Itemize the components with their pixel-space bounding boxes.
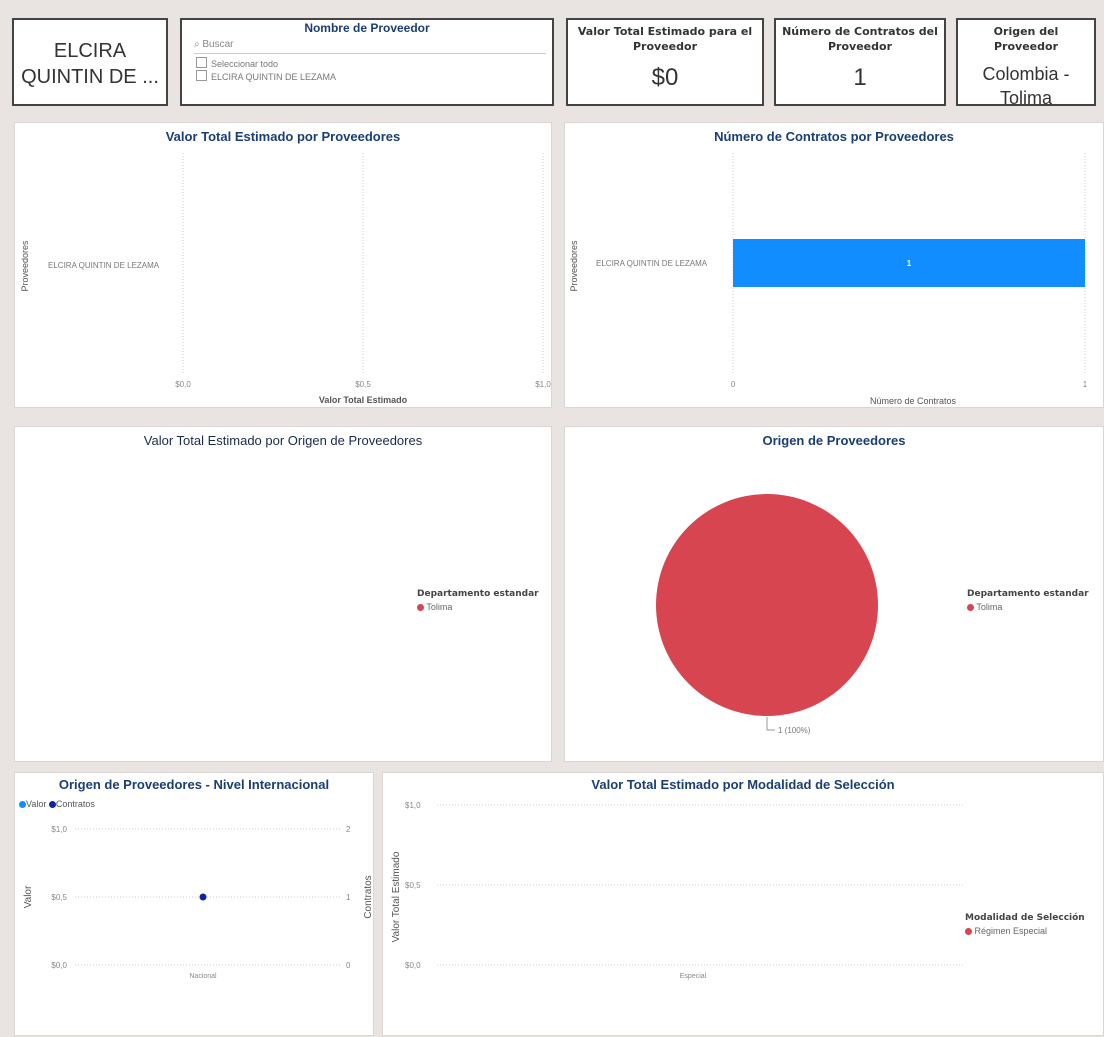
x-axis-title: Número de Contratos (870, 396, 957, 406)
y-tick-label: $0,0 (405, 961, 421, 970)
y-axis-title: Proveedores (20, 240, 30, 292)
legend: Modalidad de Selección Régimen Especial (965, 913, 1085, 936)
y-tick-label: $1,0 (51, 825, 67, 834)
kpi-value: Colombia - Tolima (982, 64, 1070, 108)
pie-slice (656, 494, 878, 716)
provider-name-value: ELCIRA QUINTIN DE ... (21, 40, 159, 88)
legend-title: Departamento estandar (417, 589, 539, 599)
y2-tick-label: 0 (346, 961, 351, 970)
kpi-origen: Origen del Proveedor Colombia - Tolima (956, 18, 1096, 108)
legend: Departamento estandar Tolima (417, 589, 539, 612)
chart-modalidad-seleccion[interactable]: Valor Total Estimado por Modalidad de Se… (382, 772, 1104, 1036)
category-label: ELCIRA QUINTIN DE LEZAMA (48, 261, 160, 270)
kpi-value: 1 (853, 64, 867, 91)
y2-axis-title: Contratos (363, 875, 374, 918)
slicer-item-label: ELCIRA QUINTIN DE LEZAMA (211, 72, 337, 82)
y2-tick-label: 1 (346, 893, 351, 902)
chart-svg: $1,0 $0,5 $0,0 2 1 0 Nacional Valor Cont… (23, 825, 374, 980)
kpi-title: Valor Total Estimado para el Proveedor (577, 25, 753, 53)
slicer-title: Nombre de Proveedor (304, 21, 430, 35)
provider-slicer[interactable]: Nombre de Proveedor ⌕ Buscar Seleccionar… (180, 18, 554, 106)
y-tick-label: $0,5 (405, 881, 421, 890)
legend-item[interactable]: Tolima (417, 602, 539, 612)
x-tick-label: $0,0 (175, 380, 191, 389)
legend-title: Departamento estandar (967, 589, 1089, 599)
search-icon: ⌕ (194, 39, 200, 50)
chart-svg: ELCIRA QUINTIN DE LEZAMA $0,0 $0,5 $1,0 … (20, 153, 551, 405)
contratos-point (199, 893, 207, 901)
legend-title: Modalidad de Selección (965, 913, 1085, 923)
legend: Departamento estandar Tolima (967, 589, 1089, 612)
chart-svg: $1,0 $0,5 $0,0 Especial Valor Total Esti… (391, 801, 963, 980)
x-tick-label: 0 (731, 380, 736, 389)
y-axis-title: Valor Total Estimado (391, 851, 402, 942)
kpi-valor-total: Valor Total Estimado para el Proveedor $… (566, 18, 764, 106)
legend-label: Tolima (976, 602, 1003, 612)
y-tick-label: $1,0 (405, 801, 421, 810)
chart-title: Valor Total Estimado por Origen de Prove… (143, 433, 423, 448)
search-input[interactable]: Buscar (202, 39, 233, 50)
x-tick-label: Nacional (189, 973, 217, 980)
chart-nivel-internacional[interactable]: Origen de Proveedores - Nivel Internacio… (14, 772, 374, 1036)
legend-item[interactable]: Tolima (967, 602, 1089, 612)
select-all-option[interactable]: Seleccionar todo (196, 57, 552, 69)
chart-valor-por-origen[interactable]: Valor Total Estimado por Origen de Prove… (14, 426, 552, 762)
slicer-item[interactable]: ELCIRA QUINTIN DE LEZAMA (196, 70, 552, 82)
y-axis-title: Valor (23, 885, 34, 908)
kpi-value: $0 (651, 64, 679, 91)
legend-item[interactable]: Régimen Especial (965, 926, 1085, 936)
kpi-title: Número de Contratos del Proveedor (782, 25, 938, 53)
y2-tick-label: 2 (346, 825, 351, 834)
pie-data-label: 1 (100%) (778, 726, 811, 735)
x-tick-label: $0,5 (355, 380, 371, 389)
leader-line (766, 717, 775, 731)
legend-label: Tolima (426, 602, 453, 612)
legend-dot (965, 928, 972, 935)
x-axis-title: Valor Total Estimado (319, 395, 408, 405)
bar-data-label: 1 (907, 259, 912, 268)
provider-name-card: ELCIRA QUINTIN DE ... (12, 18, 168, 106)
chart-valor-por-proveedores[interactable]: Valor Total Estimado por Proveedores ELC… (14, 122, 552, 408)
category-label: ELCIRA QUINTIN DE LEZAMA (596, 259, 708, 268)
y-tick-label: $0,0 (51, 961, 67, 970)
checkbox-icon[interactable] (196, 57, 207, 68)
kpi-numero-contratos: Número de Contratos del Proveedor 1 (774, 18, 946, 106)
chart-contratos-por-proveedores[interactable]: Número de Contratos por Proveedores 1 EL… (564, 122, 1104, 408)
slicer-search[interactable]: ⌕ Buscar (194, 39, 546, 54)
chart-origen-proveedores[interactable]: Origen de Proveedores 1 (100%) Departame… (564, 426, 1104, 762)
y-axis-title: Proveedores (569, 240, 579, 292)
select-all-label: Seleccionar todo (211, 59, 279, 69)
x-tick-label: $1,0 (535, 380, 551, 389)
legend-dot (967, 604, 974, 611)
legend-dot (417, 604, 424, 611)
kpi-title: Origen del Proveedor (993, 25, 1059, 53)
y-tick-label: $0,5 (51, 893, 67, 902)
legend-label: Régimen Especial (974, 926, 1048, 936)
x-tick-label: 1 (1083, 380, 1088, 389)
chart-svg: 1 ELCIRA QUINTIN DE LEZAMA 0 1 Número de… (569, 153, 1088, 406)
checkbox-icon[interactable] (196, 70, 207, 81)
x-tick-label: Especial (680, 973, 707, 980)
